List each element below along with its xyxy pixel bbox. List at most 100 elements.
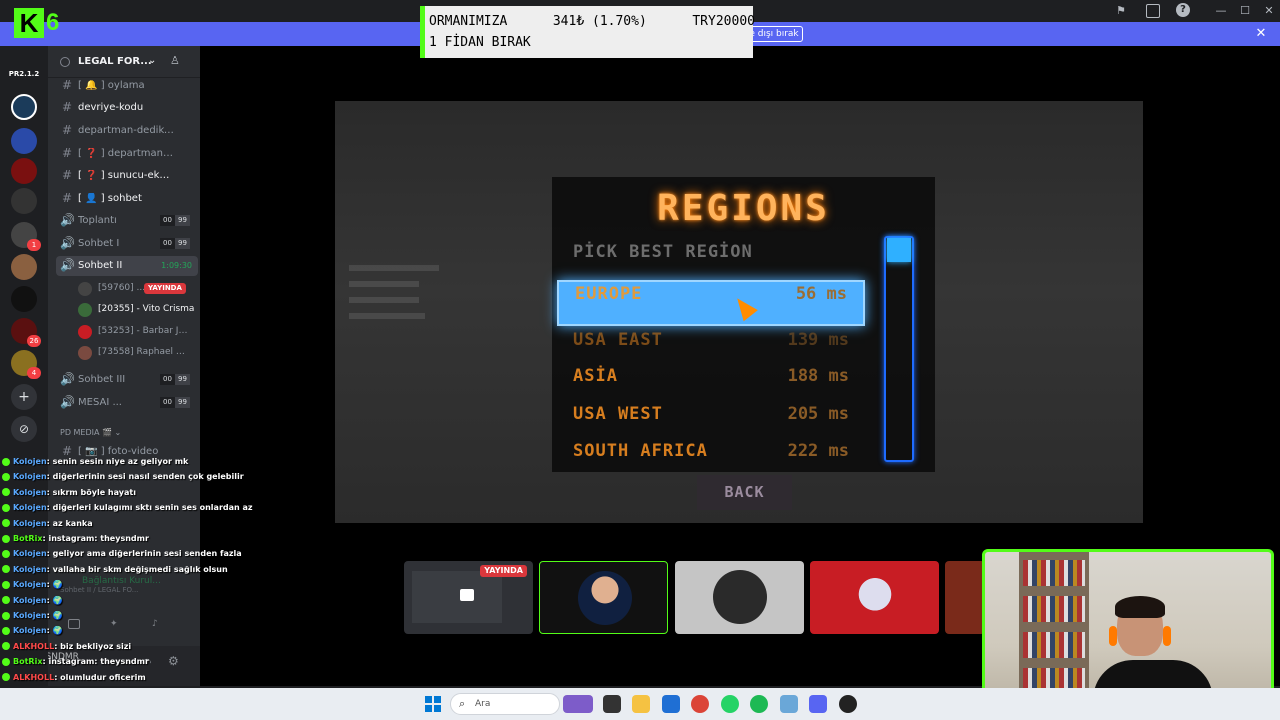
task-view-icon[interactable] xyxy=(603,695,621,713)
taskbar-search[interactable]: ⌕ Ara xyxy=(450,693,560,715)
chat-username: BotRix xyxy=(13,534,43,543)
participant-tile-5[interactable] xyxy=(945,561,985,634)
speaker-icon: 🔊 xyxy=(60,258,75,272)
logo-number: 6 xyxy=(46,9,60,36)
region-ping: 222 ms xyxy=(787,441,849,461)
maximize-button[interactable]: ☐ xyxy=(1234,3,1256,19)
chat-text: : instagram: theysndmr xyxy=(42,534,149,543)
live-badge: YAYINDA xyxy=(480,565,527,577)
donation-target: TRY20000 xyxy=(692,14,755,29)
region-row-usa-east[interactable]: USA EAST 139 ms xyxy=(557,323,865,357)
settings-app-icon[interactable] xyxy=(780,695,798,713)
banner-close-icon[interactable]: ✕ xyxy=(1253,26,1269,42)
discord-icon[interactable] xyxy=(809,695,827,713)
channel-sunucu-eksik[interactable]: # [ ❓ ] sunucu-eksik... xyxy=(56,166,198,186)
channel-oylama[interactable]: # [ 🔔 ] oylama xyxy=(56,76,198,96)
help-icon[interactable]: ? xyxy=(1176,3,1190,17)
chat-message: Kolojen: sıkrm böyle hayatı xyxy=(2,488,136,503)
region-row-south-africa[interactable]: SOUTH AFRICA 222 ms xyxy=(557,434,865,468)
close-window-button[interactable]: ✕ xyxy=(1258,3,1280,19)
chat-message: Kolojen: 🌍 xyxy=(2,580,63,595)
voice-channel-toplanti[interactable]: 🔊 Toplantı 00 99 xyxy=(56,211,198,231)
file-explorer-icon[interactable] xyxy=(632,695,650,713)
chat-message: Kolojen: 🌍 xyxy=(2,611,63,626)
server-icon[interactable] xyxy=(11,94,37,120)
region-scroll-thumb[interactable] xyxy=(887,238,911,262)
chat-text: : diğerleri kulagımı sktı senin ses onla… xyxy=(46,503,253,513)
server-icon[interactable] xyxy=(11,286,37,312)
region-row-usa-west[interactable]: USA WEST 205 ms xyxy=(557,397,865,431)
unread-badge: 1 xyxy=(27,239,41,251)
whatsapp-icon[interactable] xyxy=(721,695,739,713)
store-icon[interactable] xyxy=(662,695,680,713)
channel-label: [ 📷 ] foto-video xyxy=(78,446,159,457)
chat-message: BotRix: instagram: theysndmr xyxy=(2,657,149,672)
kick-badge-icon xyxy=(2,488,10,497)
participant-tile-2[interactable] xyxy=(539,561,668,634)
kick-badge-icon xyxy=(2,549,10,558)
invite-icon[interactable]: ♙ xyxy=(170,54,180,67)
server-icon[interactable] xyxy=(11,158,37,184)
chat-username: BotRix xyxy=(13,657,43,667)
spotify-icon[interactable] xyxy=(750,695,768,713)
kick-logo: K 6 xyxy=(14,8,62,38)
voice-channel-sohbet-1[interactable]: 🔊 Sohbet I 00 99 xyxy=(56,234,198,254)
voice-member[interactable]: [73558] Raphael Ro... xyxy=(76,343,200,363)
channel-departman-i[interactable]: # [ ❓ ] departman-i... xyxy=(56,144,198,164)
server-icon[interactable] xyxy=(11,254,37,280)
chat-message: Kolojen: geliyor ama diğerlerinin sesi s… xyxy=(2,549,242,564)
participant-tile-3[interactable] xyxy=(675,561,804,634)
chat-username: Kolojen xyxy=(13,564,47,574)
user-limit: 00 99 xyxy=(160,374,190,385)
region-scrollbar[interactable] xyxy=(884,236,914,462)
voice-channel-mesai[interactable]: 🔊 MESAİ ... 00 99 xyxy=(56,393,198,413)
region-row-asia[interactable]: ASİA 188 ms xyxy=(557,359,865,393)
channel-departman-dedikodu[interactable]: # departman-dedikod... xyxy=(56,121,198,141)
kick-badge-icon xyxy=(2,472,10,481)
rail-label: PR2.1.2 xyxy=(8,70,40,78)
server-icon[interactable]: 4 xyxy=(11,350,41,379)
avatar xyxy=(578,571,632,625)
voice-member[interactable]: [20355] - Vito Crisma xyxy=(76,300,200,320)
server-header[interactable]: LEGAL FOR... ⌄ ♙ xyxy=(48,46,200,78)
search-icon: ⌕ xyxy=(459,697,466,710)
obs-icon[interactable] xyxy=(839,695,857,713)
windows-start-icon[interactable] xyxy=(425,696,441,712)
chrome-icon[interactable] xyxy=(691,695,709,713)
donation-title: ORMANIMIZA xyxy=(429,14,508,29)
back-button[interactable]: BACK xyxy=(697,475,792,510)
participant-tile-stream[interactable]: YAYINDA xyxy=(404,561,533,634)
voice-member[interactable]: [59760] ... YAYINDA xyxy=(76,279,200,299)
voice-member[interactable]: [53253] - Barbar Ju... xyxy=(76,322,200,342)
voice-channel-sohbet-3[interactable]: 🔊 Sohbet III 00 99 xyxy=(56,370,198,390)
region-row-europe[interactable]: EUROPE 56 ms xyxy=(557,280,865,326)
server-icon[interactable] xyxy=(11,128,37,154)
participant-tile-4[interactable] xyxy=(810,561,939,634)
region-ping: 205 ms xyxy=(787,404,849,424)
chat-message: Kolojen: diğerlerinin sesi nasıl senden … xyxy=(2,472,244,487)
speaker-icon: 🔊 xyxy=(60,372,75,386)
minimize-button[interactable]: — xyxy=(1210,3,1232,19)
screen-share-icon xyxy=(460,589,474,601)
channel-sohbet[interactable]: # [ 👤 ] sohbet xyxy=(56,189,198,209)
chat-text: : geliyor ama diğerlerinin sesi senden f… xyxy=(46,549,242,559)
chat-text: : az kanka xyxy=(46,518,93,528)
category-pd-media[interactable]: PD MEDIA 🎬 ⌄ xyxy=(60,428,121,437)
server-icon[interactable]: 1 xyxy=(11,222,41,251)
screen-icon[interactable] xyxy=(1146,4,1160,18)
unread-badge: 4 xyxy=(27,367,41,379)
server-icon[interactable]: 26 xyxy=(11,318,41,347)
inbox-icon[interactable]: ⚑ xyxy=(1116,4,1130,18)
member-label: [53253] - Barbar Ju... xyxy=(98,326,190,336)
chat-text: : 🌍 xyxy=(46,611,63,620)
chat-text: : olumludur oficerim xyxy=(54,672,146,682)
add-server-icon[interactable]: + xyxy=(11,384,37,410)
pick-best-region-label[interactable]: PİCK BEST REGİON xyxy=(573,242,753,262)
voice-channel-sohbet-2[interactable]: 🔊 Sohbet II 1:09:30 xyxy=(56,256,198,276)
chat-message: ALKHOLL: biz bekliyoz sizi xyxy=(2,642,131,657)
server-icon[interactable] xyxy=(11,188,37,214)
widgets-icon[interactable] xyxy=(563,695,593,713)
chat-text: : vallaha bir skm değişmedi sağlık olsun xyxy=(46,564,228,574)
channel-devriye-kodu[interactable]: # devriye-kodu xyxy=(56,98,198,118)
explore-icon[interactable]: ⊘ xyxy=(11,416,37,442)
